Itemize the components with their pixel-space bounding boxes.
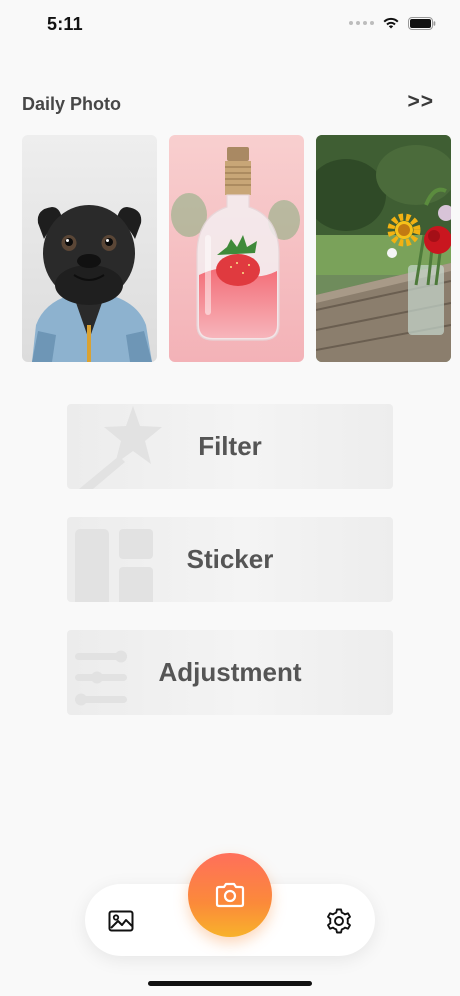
photo-strawberry-bottle[interactable] — [169, 135, 304, 362]
signal-icon — [349, 21, 374, 25]
battery-icon — [408, 16, 436, 30]
daily-photo-title: Daily Photo — [22, 94, 122, 114]
daily-photo-carousel[interactable] — [22, 135, 460, 362]
photo-flowers[interactable] — [316, 135, 451, 362]
adjustment-button[interactable]: Adjustment — [67, 630, 393, 715]
settings-button[interactable] — [324, 906, 354, 936]
photo-pug[interactable] — [22, 135, 157, 362]
adjustment-label: Adjustment — [158, 657, 302, 687]
status-time: 5:11 — [47, 14, 83, 34]
status-icons — [349, 16, 436, 30]
camera-button[interactable] — [188, 853, 272, 937]
filter-label: Filter — [198, 431, 262, 461]
settings-icon — [327, 908, 351, 934]
camera-icon — [215, 882, 245, 908]
sticker-label: Sticker — [186, 544, 274, 574]
sticker-button[interactable]: Sticker — [67, 517, 393, 602]
filter-button[interactable]: Filter — [67, 404, 393, 489]
gallery-button[interactable] — [106, 906, 136, 936]
home-indicator — [148, 981, 312, 986]
wifi-icon — [383, 17, 399, 29]
gallery-icon — [108, 910, 134, 932]
status-bar: 5:11 — [0, 0, 460, 50]
more-photos-button[interactable]: >> — [407, 90, 434, 114]
